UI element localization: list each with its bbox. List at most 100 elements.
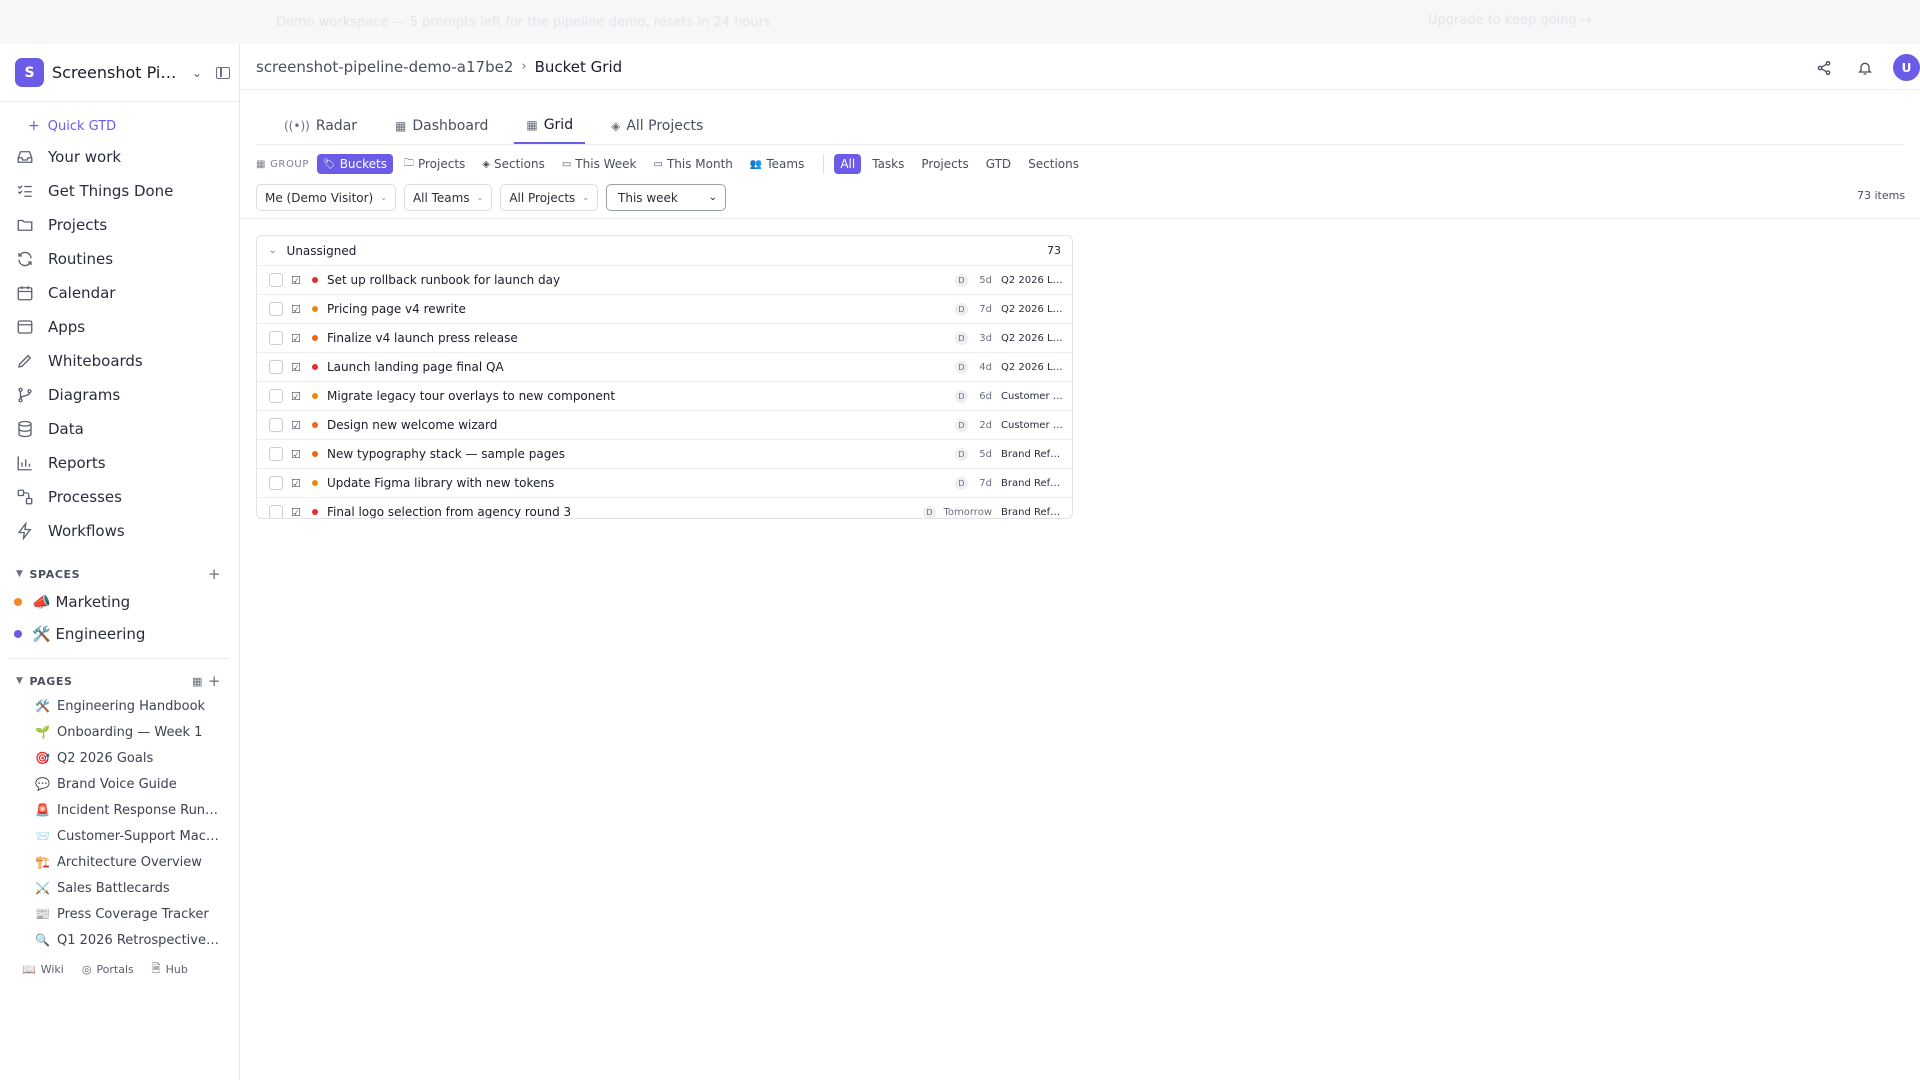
chip-label: Teams [766, 157, 805, 171]
assignee-filter[interactable]: Me (Demo Visitor) ⌄ [256, 184, 396, 211]
task-row[interactable]: ☑ Finalize v4 launch press release D 3d … [257, 324, 1072, 353]
tab-radar[interactable]: ((•)) Radar [272, 108, 369, 144]
task-checkbox[interactable] [269, 418, 283, 432]
group-chip-teams[interactable]: 👥 Teams [744, 154, 810, 174]
chevron-down-icon[interactable]: ▼ [16, 676, 24, 686]
sidebar-item-apps[interactable]: Apps [0, 310, 239, 344]
quick-gtd-button[interactable]: + Quick GTD [28, 116, 239, 136]
group-chip-sections[interactable]: ◈ Sections [476, 154, 551, 174]
sidebar-item-data[interactable]: Data [0, 412, 239, 446]
sidebar-toggle-icon[interactable] [216, 66, 231, 79]
type-chip-gtd[interactable]: GTD [980, 154, 1017, 174]
add-page-icon[interactable]: + [208, 672, 221, 690]
group-label: ▦ GROUP [256, 159, 309, 170]
page-item[interactable]: 💬 Brand Voice Guide [0, 771, 239, 797]
tab-all-projects[interactable]: ◈ All Projects [599, 108, 715, 144]
task-row[interactable]: ☑ Migrate legacy tour overlays to new co… [257, 382, 1072, 411]
workspace-switcher[interactable]: S Screenshot Pipeline Demo ⌄ [0, 44, 239, 102]
banner-upgrade-link[interactable]: Upgrade to keep going → [1428, 13, 1592, 28]
page-emoji: 🚨 [35, 803, 50, 817]
sidebar-item-workflows[interactable]: Workflows [0, 514, 239, 548]
task-row[interactable]: ☑ Pricing page v4 rewrite D 7d Q2 2026 L… [257, 295, 1072, 324]
tab-dashboard[interactable]: ▦ Dashboard [383, 108, 500, 144]
task-project: Customer Onboarding [1001, 390, 1063, 402]
bell-icon[interactable] [1852, 55, 1878, 81]
task-checkbox[interactable] [269, 447, 283, 461]
sidebar-item-label: Whiteboards [48, 352, 143, 370]
item-count: 73 items [1857, 189, 1906, 202]
task-row[interactable]: ☑ New typography stack — sample pages D … [257, 440, 1072, 469]
page-item[interactable]: 📰 Press Coverage Tracker [0, 901, 239, 927]
page-templates-icon[interactable]: ▦ [192, 675, 203, 688]
folder-icon: 🗀 [403, 157, 414, 169]
pages-section-header[interactable]: ▼ PAGES ▦ + [0, 669, 239, 693]
spaces-section-header[interactable]: ▼ SPACES + [0, 562, 239, 586]
tab-grid[interactable]: ▦ Grid [514, 108, 586, 144]
task-row[interactable]: ☑ Set up rollback runbook for launch day… [257, 266, 1072, 295]
wiki-link[interactable]: 📖 Wiki [22, 963, 64, 976]
task-row[interactable]: ☑ Design new welcome wizard D 2d Custome… [257, 411, 1072, 440]
owner-avatar: D [955, 389, 968, 403]
priority-dot [312, 364, 318, 370]
avatar[interactable]: U [1893, 54, 1920, 81]
type-chip-projects[interactable]: Projects [915, 154, 974, 174]
sidebar-item-reports[interactable]: Reports [0, 446, 239, 480]
date-range-select[interactable]: This week ⌄ [606, 184, 727, 211]
chip-label: Projects [417, 157, 466, 171]
sidebar-item-your-work[interactable]: Your work [0, 140, 239, 174]
task-checkbox[interactable] [269, 505, 283, 518]
page-emoji: 💬 [35, 777, 50, 791]
chevron-down-icon[interactable]: ▼ [16, 569, 24, 579]
task-checkbox[interactable] [269, 476, 283, 490]
space-color-dot [14, 598, 22, 606]
hub-link[interactable]: 🗎 Hub [152, 960, 188, 979]
task-checkbox[interactable] [269, 360, 283, 374]
page-label: Q1 2026 Retrospective Notes [57, 932, 223, 948]
task-checkbox[interactable] [269, 273, 283, 287]
page-item[interactable]: 🚨 Incident Response Runbook [0, 797, 239, 823]
page-item[interactable]: 📨 Customer-Support Macros [0, 823, 239, 849]
sidebar-item-processes[interactable]: Processes [0, 480, 239, 514]
type-chip-tasks[interactable]: Tasks [866, 154, 910, 174]
team-filter[interactable]: All Teams ⌄ [403, 184, 493, 211]
task-due: 5d [979, 448, 992, 460]
type-chip-sections[interactable]: Sections [1022, 154, 1085, 174]
task-row[interactable]: ☑ Final logo selection from agency round… [257, 498, 1072, 518]
page-item[interactable]: 🔍 Q1 2026 Retrospective Notes [0, 927, 239, 953]
task-checkbox[interactable] [269, 331, 283, 345]
sidebar-item-calendar[interactable]: Calendar [0, 276, 239, 310]
share-icon[interactable] [1811, 55, 1837, 81]
filter-value: All Teams [412, 190, 470, 205]
sidebar-item-projects[interactable]: Projects [0, 208, 239, 242]
page-item[interactable]: ⚔️ Sales Battlecards [0, 875, 239, 901]
group-chip-buckets[interactable]: 🏷 Buckets [316, 154, 393, 174]
sidebar-item-get-things-done[interactable]: Get Things Done [0, 174, 239, 208]
page-item[interactable]: 🎯 Q2 2026 Goals [0, 745, 239, 771]
chevron-down-icon[interactable]: ⌄ [269, 246, 277, 256]
page-item[interactable]: 🏗️ Architecture Overview [0, 849, 239, 875]
group-chip-this-month[interactable]: ▭ This Month [648, 154, 739, 174]
type-chip-all[interactable]: All [834, 154, 862, 174]
page-item[interactable]: 🛠️ Engineering Handbook [0, 693, 239, 719]
chevron-down-icon[interactable]: ⌄ [192, 66, 202, 80]
portals-link[interactable]: ◎ Portals [82, 963, 134, 976]
sidebar-item-whiteboards[interactable]: Whiteboards [0, 344, 239, 378]
task-title: Finalize v4 launch press release [327, 331, 518, 345]
project-filter[interactable]: All Projects ⌄ [500, 184, 599, 211]
task-title: Design new welcome wizard [327, 418, 498, 432]
task-row[interactable]: ☑ Update Figma library with new tokens D… [257, 469, 1072, 498]
group-chip-projects[interactable]: 🗀 Projects [398, 154, 471, 174]
task-checkbox[interactable] [269, 389, 283, 403]
sidebar-space-marketing[interactable]: 📣 Marketing [0, 586, 239, 618]
group-chip-this-week[interactable]: ▭ This Week [556, 154, 643, 174]
sidebar-space-engineering[interactable]: 🛠️ Engineering [0, 618, 239, 650]
task-row[interactable]: ☑ Launch landing page final QA D 4d Q2 2… [257, 353, 1072, 382]
task-checkbox[interactable] [269, 302, 283, 316]
page-item[interactable]: 🌱 Onboarding — Week 1 [0, 719, 239, 745]
sidebar-item-routines[interactable]: Routines [0, 242, 239, 276]
breadcrumb-project[interactable]: screenshot-pipeline-demo-a17be2 [256, 58, 513, 76]
add-space-icon[interactable]: + [208, 565, 221, 583]
sidebar-item-diagrams[interactable]: Diagrams [0, 378, 239, 412]
priority-dot [312, 306, 318, 312]
bucket-header[interactable]: ⌄ Unassigned 73 [257, 236, 1072, 266]
